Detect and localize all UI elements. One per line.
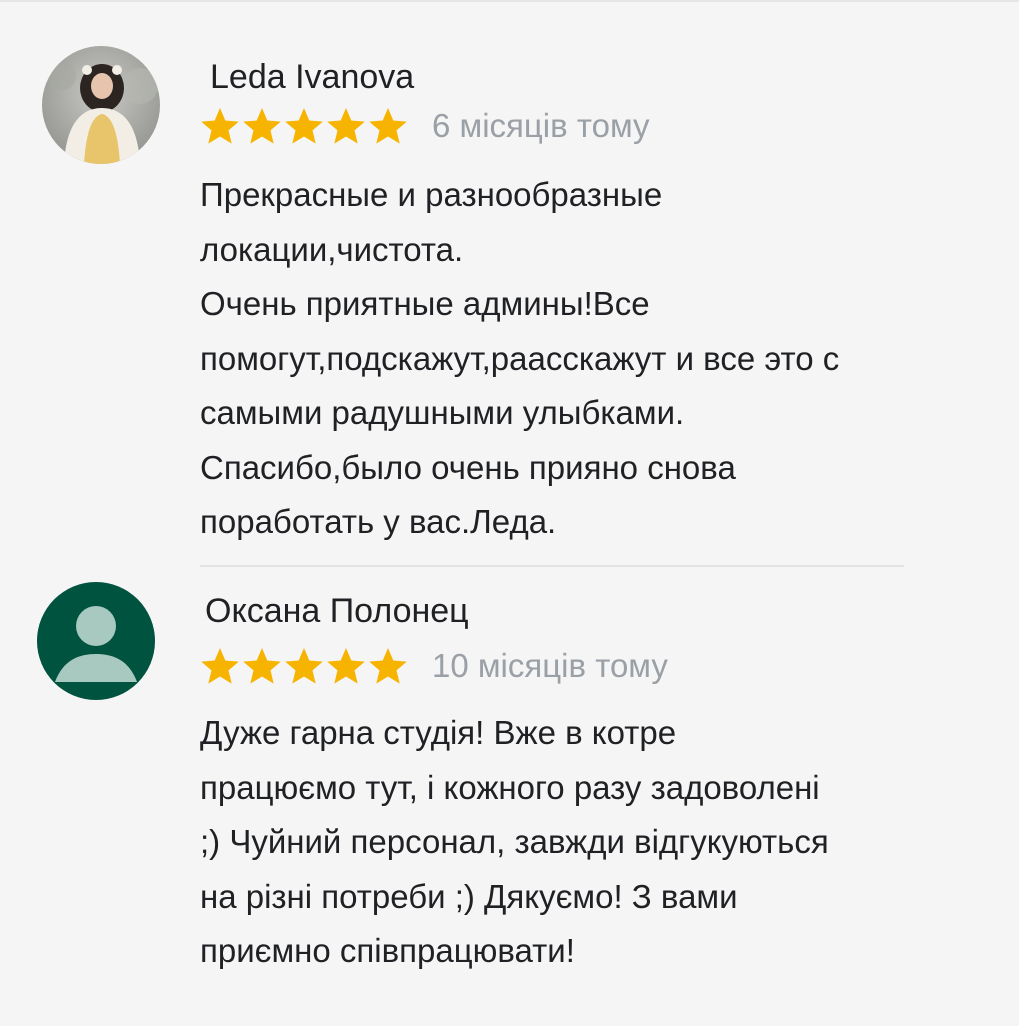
top-divider	[0, 0, 1019, 2]
rating-row: 10 місяців тому	[200, 644, 668, 688]
review-time: 6 місяців тому	[432, 107, 650, 144]
star-icon	[285, 108, 323, 144]
author-name[interactable]: Leda Ivanova	[210, 58, 414, 97]
star-icon	[201, 648, 239, 684]
star-icon	[327, 108, 365, 144]
author-name[interactable]: Оксана Полонец	[205, 592, 469, 631]
rating-row: 6 місяців тому	[200, 104, 650, 148]
review-text: Прекрасные и разнообразные локации,чисто…	[200, 176, 840, 540]
star-icon	[243, 648, 281, 684]
review-time: 10 місяців тому	[432, 647, 668, 684]
user-avatar[interactable]	[42, 46, 160, 164]
star-rating	[200, 106, 410, 146]
star-icon	[201, 108, 239, 144]
star-icon	[243, 108, 281, 144]
star-icon	[327, 648, 365, 684]
reviews-page: Leda Ivanova 6 місяців тому Прекрасные и…	[0, 0, 1019, 1026]
review-divider	[200, 565, 904, 567]
star-icon	[369, 108, 407, 144]
review-text: Дуже гарна студія! Вже в котре працюємо …	[200, 714, 829, 969]
default-person-icon[interactable]	[37, 582, 155, 700]
star-icon	[285, 648, 323, 684]
star-icon	[369, 648, 407, 684]
star-rating	[200, 646, 410, 686]
